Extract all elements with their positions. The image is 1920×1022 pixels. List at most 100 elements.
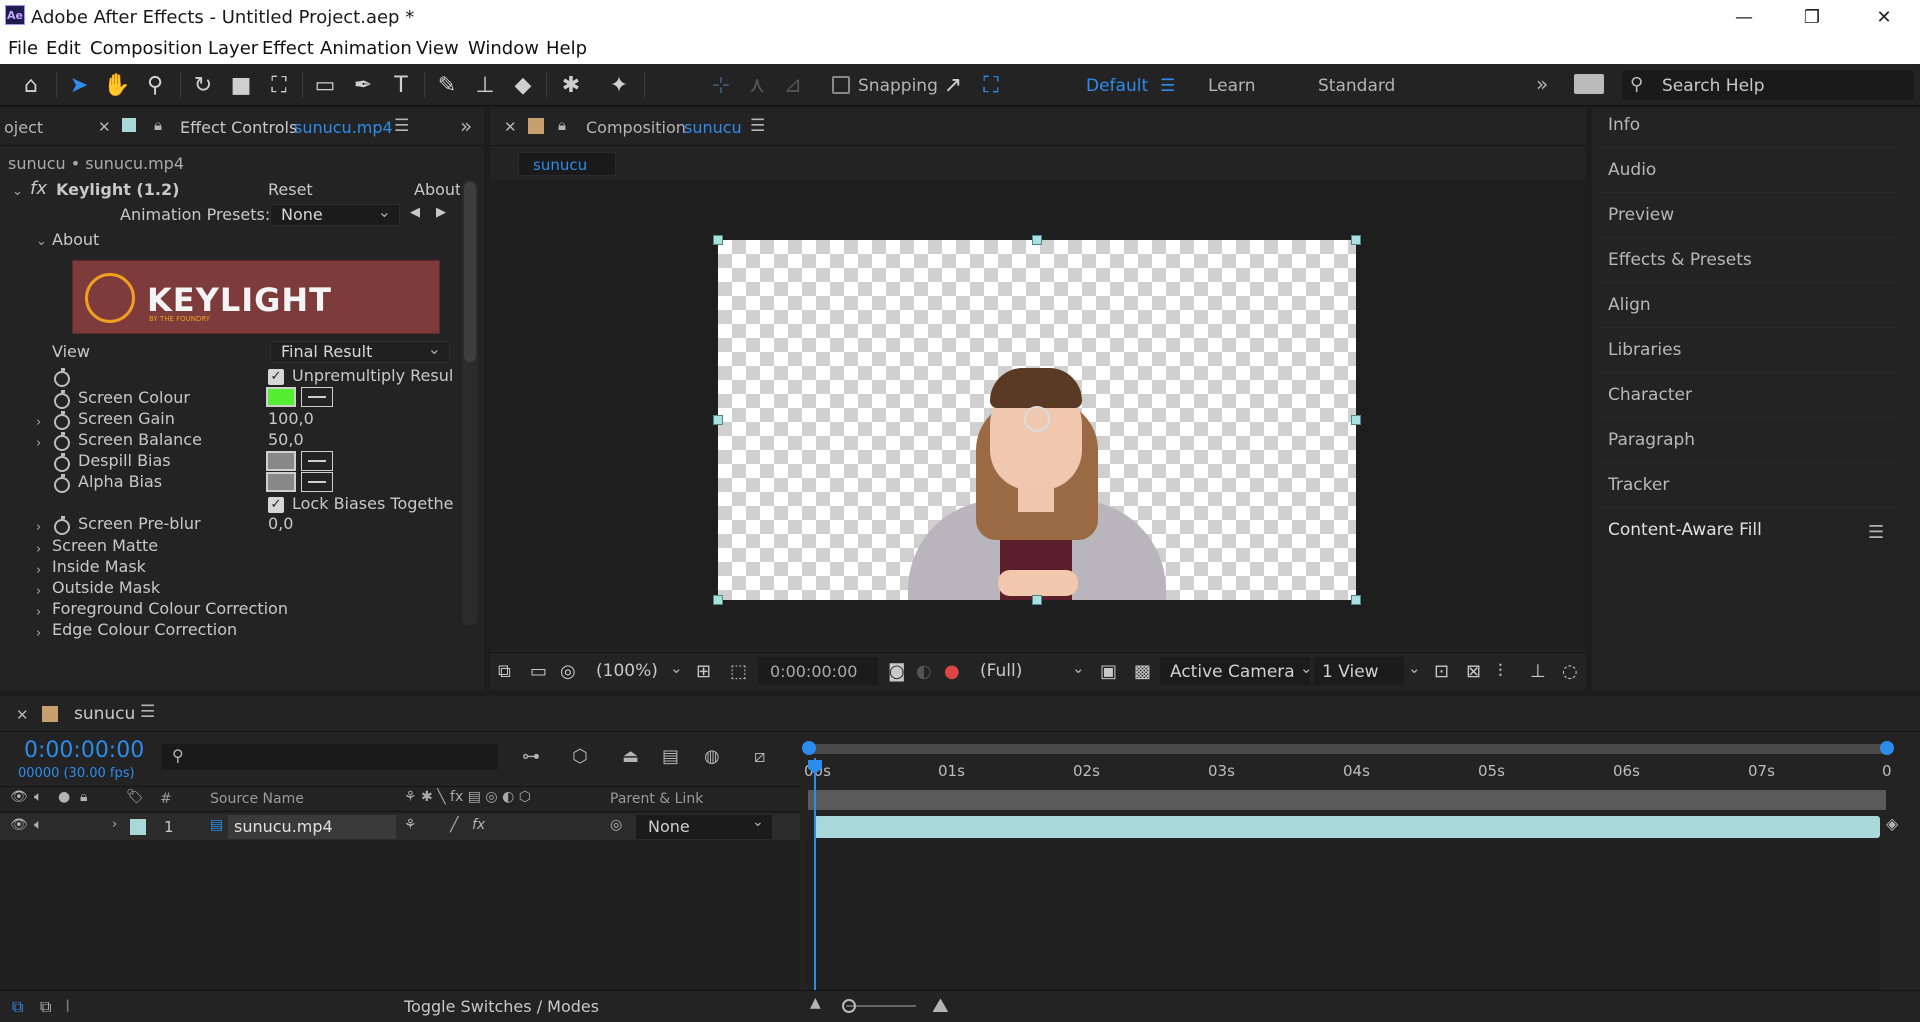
channels-icon[interactable]: ● [944,661,960,682]
time-zoom-slider[interactable] [846,1005,916,1007]
group-outside-mask[interactable]: Outside Mask [52,578,160,597]
clone-stamp-tool-icon[interactable]: ⊥ [470,70,500,100]
fx-icon[interactable]: fx [30,178,47,199]
group-inside-mask[interactable]: Inside Mask [52,557,146,576]
in-out-pane-icon[interactable]: ⦚ [66,997,69,1017]
layer-list-empty[interactable] [0,840,800,990]
region-of-interest-icon[interactable]: ⬚ [730,661,747,682]
panel-paragraph[interactable]: Paragraph [1598,419,1898,463]
video-switch-icon[interactable]: 👁︎ [10,789,28,805]
alpha-bias-stopwatch-icon[interactable] [54,473,70,493]
always-preview-icon[interactable]: ⧉ [498,661,511,682]
workspace-standard[interactable]: Standard [1318,76,1395,96]
hide-shy-layers-icon[interactable]: ⏏ [622,746,639,767]
eyedropper-icon[interactable] [301,471,334,492]
snap-edges-icon[interactable]: ↗ [938,70,968,100]
workspace-default[interactable]: Default [1086,76,1148,96]
eraser-tool-icon[interactable]: ◆ [508,70,538,100]
resolution-dropdown[interactable]: (Full) [980,661,1022,681]
chevron-down-icon[interactable]: ⌄ [1072,659,1085,677]
about-section[interactable]: About [52,230,99,249]
next-preset-icon[interactable]: ▶ [436,205,446,220]
frame-blending-icon[interactable]: ▤ [662,746,679,767]
despill-bias-stopwatch-icon[interactable] [54,452,70,472]
hand-tool-icon[interactable]: ✋ [102,70,132,100]
eyedropper-icon[interactable] [301,386,334,407]
tab-effect-controls[interactable]: Effect Controls [180,118,297,137]
tab-composition[interactable]: Composition [586,118,686,137]
pan-behind-tool-icon[interactable]: ⛶ [264,70,294,100]
fit-frame-icon[interactable]: ⊞ [696,661,711,682]
more-workspaces-icon[interactable]: » [1536,72,1548,96]
brush-tool-icon[interactable]: ✎ [432,70,462,100]
panel-align[interactable]: Align [1598,284,1898,328]
work-area-range[interactable] [808,790,1886,810]
close-window-button[interactable]: ✕ [1856,0,1912,34]
camera-tool-icon[interactable]: ■ [226,70,256,100]
menu-view[interactable]: View [416,38,459,59]
anchor-point-icon[interactable] [1024,406,1050,432]
panel-menu-icon[interactable]: ☰ [750,116,765,136]
lock-icon[interactable]: 🔒︎ [558,116,566,134]
timeline-comp-tab[interactable]: sunucu [74,704,135,724]
lock-icon[interactable]: 🔒︎ [154,116,162,134]
panel-menu-icon[interactable]: ☰ [1868,522,1884,543]
puppet-tool-icon[interactable]: ✦ [604,70,634,100]
composition-subtab[interactable]: sunucu [518,152,616,176]
panel-menu-icon[interactable]: ☰ [140,702,155,722]
layer-audio-icon[interactable]: 🔈︎ [34,817,42,833]
search-help-input[interactable]: Search Help [1662,76,1765,96]
selection-tool-icon[interactable]: ➤ [64,70,94,100]
shy-switch-icon[interactable]: ⚘ [404,817,417,833]
monitor-icon[interactable]: ▭ [530,661,547,682]
pick-whip-icon[interactable]: ◎ [610,817,622,833]
chevron-down-icon[interactable]: ⌄ [1300,659,1313,677]
eyedropper-icon[interactable] [301,450,334,471]
home-icon[interactable]: ⌂ [16,70,46,100]
chevron-down-icon[interactable]: ⌄ [1408,659,1421,677]
transparency-grid-icon[interactable]: ▩ [1134,661,1151,682]
quality-switch-icon[interactable]: ╱ [450,817,458,833]
label-tag-icon[interactable]: 🏷︎ [126,789,144,805]
menu-layer[interactable]: Layer [208,38,258,59]
reset-link[interactable]: Reset [268,180,313,199]
menu-window[interactable]: Window [468,38,539,59]
layer-end-icon[interactable]: ◈ [1886,814,1898,833]
close-tab-icon[interactable]: ✕ [504,118,517,136]
menu-edit[interactable]: Edit [46,38,81,59]
rotate-tool-icon[interactable]: ↻ [188,70,218,100]
menu-help[interactable]: Help [546,38,587,59]
transfer-controls-pane-icon[interactable]: ⧉ [40,997,51,1017]
screen-balance-value[interactable]: 50,0 [268,430,304,449]
panel-tracker[interactable]: Tracker [1598,464,1898,508]
workspace-menu-icon[interactable]: ☰ [1160,76,1175,96]
timeline-timecode[interactable]: 0:00:00:00 [24,738,144,763]
graph-editor-icon[interactable]: ⧄ [754,746,765,767]
effect-controls-file[interactable]: sunucu.mp4 [294,118,393,137]
restore-button[interactable]: ❐ [1784,0,1840,34]
toggle-switches-modes[interactable]: Toggle Switches / Modes [404,997,599,1016]
menu-effect[interactable]: Effect [262,38,314,59]
panel-effects-presets[interactable]: Effects & Presets [1598,239,1898,283]
snap-features-icon[interactable]: ⛶ [976,70,1006,100]
timeline-track-area[interactable] [806,840,1880,990]
roto-brush-tool-icon[interactable]: ✱ [556,70,586,100]
snapshot-camera-icon[interactable]: ◙ [888,661,905,682]
sync-settings-icon[interactable] [1574,74,1604,94]
playhead-handle[interactable] [808,760,822,774]
rectangle-tool-icon[interactable]: ▭ [310,70,340,100]
panel-info[interactable]: Info [1598,104,1898,148]
camera-dropdown[interactable]: Active Camera [1160,657,1310,685]
view-dropdown[interactable]: Final Result [270,339,450,363]
chevron-down-icon[interactable]: ⌄ [670,659,683,677]
lock-biases-checkbox[interactable]: ✓ [268,496,284,513]
mask-visibility-icon[interactable]: ◎ [560,661,576,682]
layer-row[interactable]: 👁︎ 🔈︎ › 1 ▤ sunucu.mp4 ⚘ ╱ fx ◎ None ⌄ [0,814,800,840]
screen-preblur-stopwatch-icon[interactable] [54,515,70,535]
zoom-in-icon[interactable]: ⛰ [932,993,949,1017]
prev-preset-icon[interactable]: ◀ [410,205,420,220]
comp-flowchart-icon[interactable]: ⫶ [1498,661,1503,682]
pen-tool-icon[interactable]: ✒ [348,70,378,100]
motion-blur-icon[interactable]: ◍ [704,746,720,767]
menu-animation[interactable]: Animation [320,38,412,59]
